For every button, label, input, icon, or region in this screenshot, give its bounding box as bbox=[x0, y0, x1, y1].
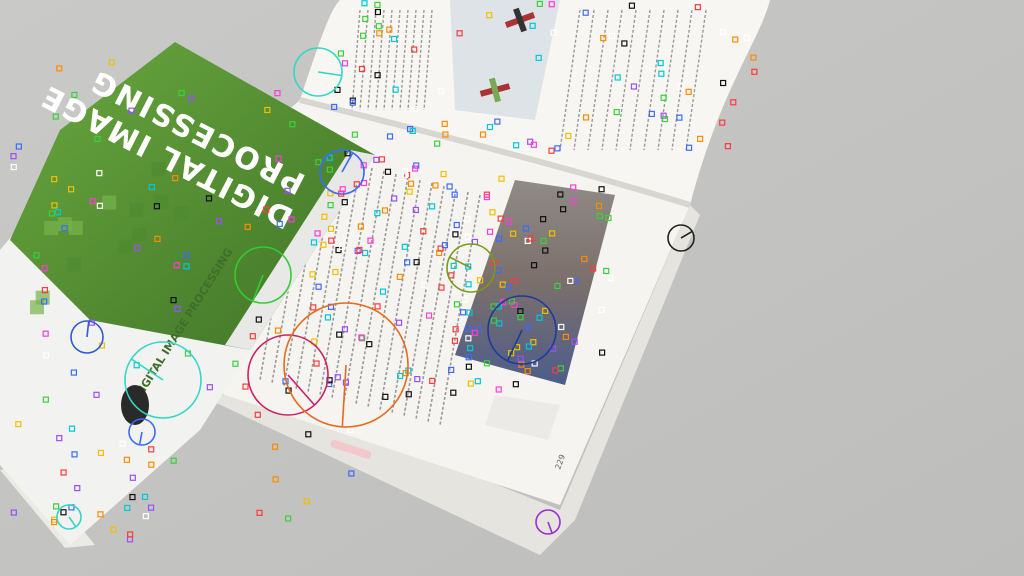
cover-grid-square bbox=[67, 257, 82, 272]
cover-grid-square bbox=[44, 221, 59, 236]
cover-grid-square bbox=[57, 217, 72, 232]
cover-grid-square bbox=[129, 202, 144, 217]
cover-grid-square bbox=[132, 227, 147, 242]
cover-grid-square bbox=[154, 194, 169, 209]
cover-grid-square bbox=[118, 239, 133, 254]
cover-grid-square bbox=[174, 206, 189, 221]
cover-grid-square bbox=[102, 195, 117, 210]
photo-scene: 229 DIGITAL IMAGE PROCESSING DIGITAL IMA… bbox=[0, 0, 1024, 576]
